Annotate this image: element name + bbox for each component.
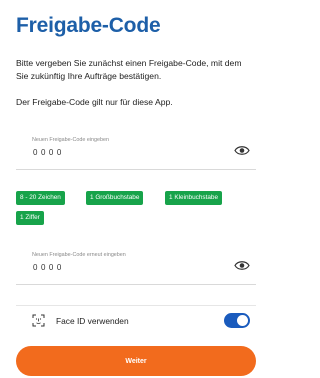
new-code-label: Neuen Freigabe-Code eingeben <box>32 137 110 143</box>
face-id-toggle[interactable] <box>224 313 250 328</box>
face-id-row: Face ID verwenden <box>16 305 256 334</box>
repeat-code-label: Neuen Freigabe-Code erneut eingeben <box>32 252 126 258</box>
repeat-code-input[interactable]: 0000 <box>33 263 65 272</box>
eye-icon[interactable] <box>234 145 250 156</box>
requirement-lowercase-badge: 1 Kleinbuchstabe <box>165 191 223 205</box>
new-code-input[interactable]: 0000 <box>33 148 65 157</box>
eye-icon[interactable] <box>234 260 250 271</box>
repeat-code-field[interactable]: Neuen Freigabe-Code erneut eingeben 0000 <box>16 248 256 285</box>
requirement-digit-badge: 1 Ziffer <box>16 211 44 225</box>
face-id-icon <box>32 314 45 327</box>
requirement-length-badge: 8 - 20 Zeichen <box>16 191 65 205</box>
continue-button[interactable]: Weiter <box>16 346 256 376</box>
page-title: Freigabe-Code <box>16 14 161 37</box>
requirement-uppercase-badge: 1 Großbuchstabe <box>86 191 144 205</box>
app-only-note: Der Freigabe-Code gilt nur für diese App… <box>16 97 173 107</box>
new-code-field[interactable]: Neuen Freigabe-Code eingeben 0000 <box>16 133 256 170</box>
intro-text: Bitte vergeben Sie zunächst einen Freiga… <box>16 58 242 81</box>
toggle-knob <box>237 315 248 326</box>
face-id-label: Face ID verwenden <box>56 316 129 326</box>
